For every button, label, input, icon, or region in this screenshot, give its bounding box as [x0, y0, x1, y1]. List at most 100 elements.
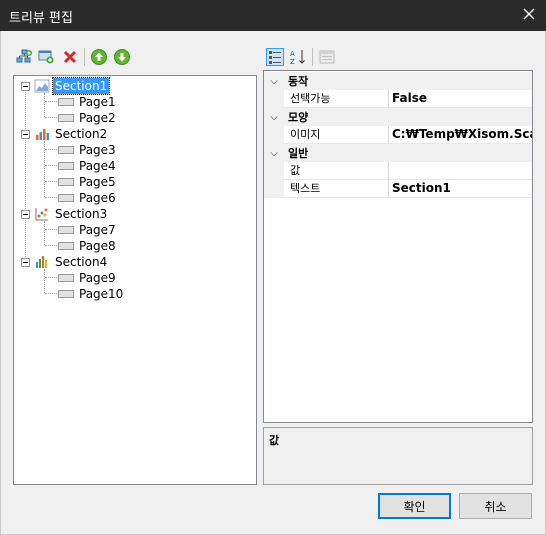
page-icon [58, 178, 74, 186]
tree-connector [45, 245, 57, 246]
tree-node-page7[interactable]: Page7 [58, 222, 118, 238]
tree-node-page1[interactable]: Page1 [58, 94, 118, 110]
page-icon [58, 114, 74, 122]
tree-node-page6[interactable]: Page6 [58, 190, 118, 206]
column-chart-icon [34, 254, 50, 270]
property-value[interactable]: False [389, 90, 532, 108]
tree-node-label[interactable]: Page3 [77, 142, 118, 158]
ok-button[interactable]: 확인 [378, 493, 451, 519]
alphabetical-icon[interactable]: AZ [289, 48, 307, 66]
tree-connector [45, 181, 57, 182]
page-icon [58, 242, 74, 250]
tree-node-section1[interactable]: Section1 [21, 77, 111, 95]
property-row-value[interactable]: 값 [264, 162, 532, 180]
property-value[interactable]: Section1 [389, 180, 532, 198]
page-icon [58, 98, 74, 106]
tree-connector [45, 149, 57, 150]
tree-node-label[interactable]: Section1 [51, 77, 111, 95]
svg-text:Z: Z [290, 58, 295, 66]
page-icon [58, 162, 74, 170]
category-general[interactable]: ⌵ 일반 [264, 144, 532, 162]
chevron-down-icon[interactable]: ⌵ [264, 76, 284, 87]
tree-node-label[interactable]: Page8 [77, 238, 118, 254]
toolbar-separator [312, 48, 313, 66]
tree-node-label[interactable]: Page9 [77, 270, 118, 286]
tree-node-page8[interactable]: Page8 [58, 238, 118, 254]
close-icon[interactable] [521, 6, 537, 22]
delete-icon[interactable] [61, 48, 79, 66]
property-pages-icon[interactable] [318, 48, 336, 66]
tree-node-section4[interactable]: Section4 [21, 254, 109, 270]
tree-connector [45, 117, 57, 118]
chevron-down-icon[interactable]: ⌵ [264, 148, 284, 159]
collapse-toggle[interactable] [21, 129, 30, 139]
page-icon [58, 226, 74, 234]
property-name: 값 [284, 162, 389, 180]
tree-node-label[interactable]: Section4 [53, 254, 109, 270]
property-row-image[interactable]: 이미지 C:₩Temp₩Xisom.Scada [264, 126, 532, 144]
cancel-button[interactable]: 취소 [459, 493, 532, 519]
area-chart-icon [34, 78, 50, 94]
collapse-toggle[interactable] [21, 257, 30, 267]
svg-text:A: A [290, 50, 295, 58]
property-description: 값 [263, 427, 533, 485]
toolbar-separator [84, 48, 85, 66]
tree-node-section3[interactable]: Section3 [21, 206, 109, 222]
chevron-down-icon[interactable]: ⌵ [264, 112, 284, 123]
property-row-text[interactable]: 텍스트 Section1 [264, 180, 532, 198]
add-page-icon[interactable] [37, 48, 55, 66]
tree-connector [44, 93, 45, 117]
tree-node-page3[interactable]: Page3 [58, 142, 118, 158]
tree-connector [45, 197, 57, 198]
tree-node-label[interactable]: Page5 [77, 174, 118, 190]
collapse-toggle[interactable] [21, 209, 30, 219]
property-name: 선택가능 [284, 90, 389, 108]
tree-node-label[interactable]: Page1 [77, 94, 118, 110]
category-label: 동작 [288, 75, 309, 88]
category-behavior[interactable]: ⌵ 동작 [264, 72, 532, 90]
category-label: 모양 [288, 111, 309, 124]
move-up-icon[interactable] [90, 48, 108, 66]
page-icon [58, 194, 74, 202]
tree-node-label[interactable]: Page6 [77, 190, 118, 206]
add-section-icon[interactable] [15, 48, 33, 66]
tree-connector [45, 293, 57, 294]
scatter-chart-icon [34, 206, 50, 222]
tree-connector [44, 221, 45, 245]
tree-connector [45, 229, 57, 230]
window-title: 트리뷰 편집 [9, 11, 73, 26]
tree-node-page10[interactable]: Page10 [58, 286, 125, 302]
property-value[interactable]: C:₩Temp₩Xisom.Scada [389, 126, 532, 144]
tree-connector [25, 89, 26, 265]
category-label: 일반 [288, 147, 309, 160]
page-icon [58, 146, 74, 154]
tree-node-page2[interactable]: Page2 [58, 110, 118, 126]
property-name: 텍스트 [284, 180, 389, 198]
tree-node-section2[interactable]: Section2 [21, 126, 109, 142]
page-icon [58, 274, 74, 282]
property-grid[interactable]: ⌵ 동작 선택가능 False ⌵ 모양 이미지 C:₩Temp₩Xisom.S… [263, 70, 533, 423]
collapse-toggle[interactable] [21, 81, 30, 91]
tree-node-label[interactable]: Page2 [77, 110, 118, 126]
tree-connector [45, 101, 57, 102]
property-row-selectable[interactable]: 선택가능 False [264, 90, 532, 108]
tree-connector [45, 165, 57, 166]
title-bar: 트리뷰 편집 [0, 0, 546, 31]
tree-node-label[interactable]: Page7 [77, 222, 118, 238]
categorized-icon[interactable] [266, 48, 284, 66]
property-value[interactable] [389, 162, 532, 180]
tree-node-page9[interactable]: Page9 [58, 270, 118, 286]
description-title: 값 [269, 434, 280, 447]
tree-view[interactable]: Section1 Page1 Page2 Section2 Page3 Page… [13, 75, 257, 485]
tree-node-label[interactable]: Page4 [77, 158, 118, 174]
tree-node-label[interactable]: Section2 [53, 126, 109, 142]
move-down-icon[interactable] [113, 48, 131, 66]
tree-node-label[interactable]: Section3 [53, 206, 109, 222]
category-appearance[interactable]: ⌵ 모양 [264, 108, 532, 126]
tree-connector [44, 269, 45, 293]
tree-connector [45, 277, 57, 278]
property-name: 이미지 [284, 126, 389, 144]
tree-node-page4[interactable]: Page4 [58, 158, 118, 174]
tree-node-label[interactable]: Page10 [77, 286, 125, 302]
tree-node-page5[interactable]: Page5 [58, 174, 118, 190]
